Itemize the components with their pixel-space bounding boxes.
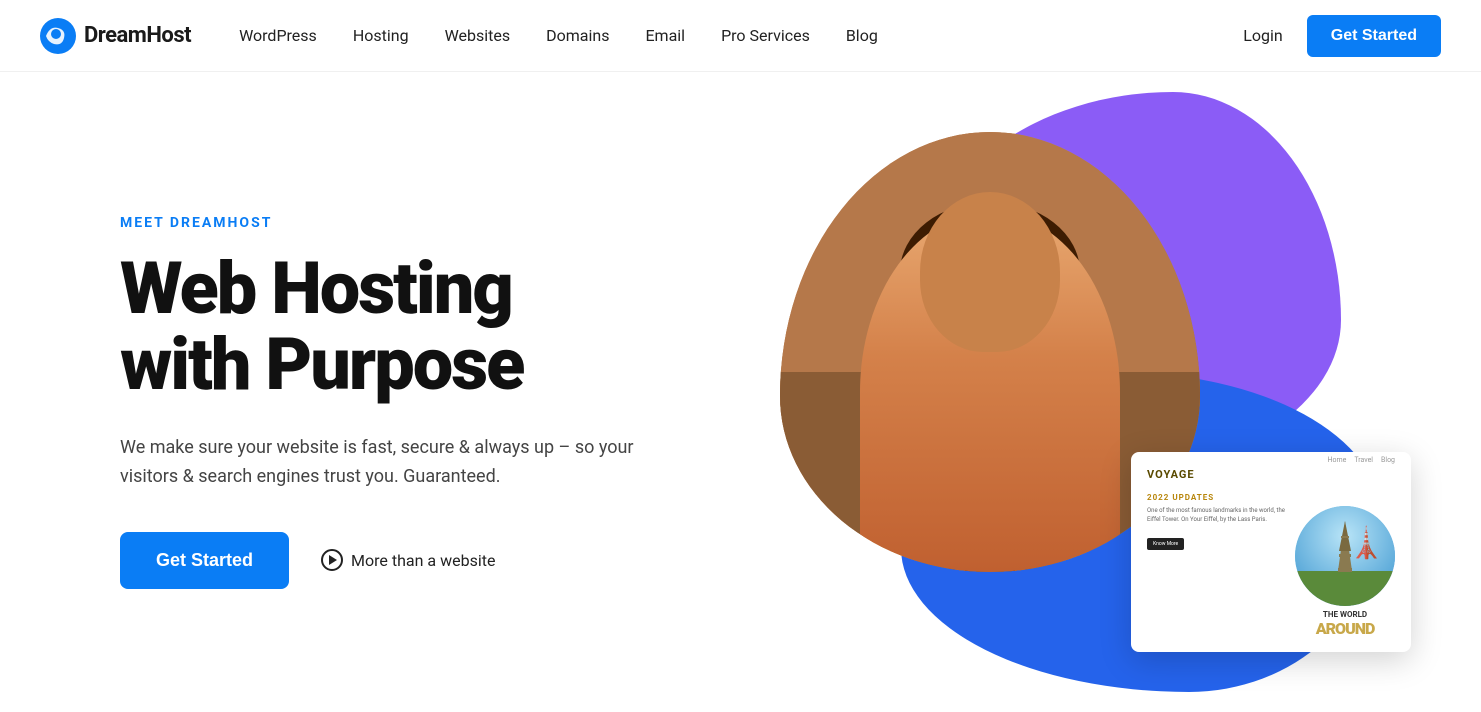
hero-actions: Get Started More than a website — [120, 532, 740, 589]
card-site-title: VOYAGE — [1147, 468, 1195, 481]
card-body: One of the most famous landmarks in the … — [1147, 506, 1395, 638]
login-link[interactable]: Login — [1243, 26, 1282, 45]
nav-link-hosting[interactable]: Hosting — [353, 26, 409, 45]
nav-link-wordpress[interactable]: WordPress — [239, 26, 317, 45]
hero-section: MEET DREAMHOST Web Hosting with Purpose … — [0, 72, 1481, 712]
nav-link-email[interactable]: Email — [645, 26, 685, 45]
hero-eyebrow: MEET DREAMHOST — [120, 215, 740, 231]
card-nav-travel: Travel — [1354, 456, 1373, 464]
hero-title-line1: Web Hosting — [120, 246, 512, 331]
card-header: VOYAGE Home Travel Blog — [1147, 468, 1395, 483]
logo-link[interactable]: DreamHost — [40, 18, 191, 54]
website-card: VOYAGE Home Travel Blog 2022 UPDATES One… — [1131, 452, 1411, 652]
nav-link-websites[interactable]: Websites — [445, 26, 511, 45]
play-icon — [321, 549, 343, 571]
card-nav-home: Home — [1327, 456, 1346, 464]
card-world-text: THE WORLD AROUND — [1295, 610, 1395, 638]
card-scene-svg — [1295, 506, 1395, 606]
hero-title-line2: with Purpose — [120, 322, 523, 407]
nav-links: WordPress Hosting Websites Domains Email… — [239, 26, 1243, 45]
logo-text: DreamHost — [84, 23, 191, 48]
navbar: DreamHost WordPress Hosting Websites Dom… — [0, 0, 1481, 72]
card-nav: Home Travel Blog — [1327, 456, 1395, 464]
more-than-website-link[interactable]: More than a website — [321, 549, 495, 571]
card-text-col: One of the most famous landmarks in the … — [1147, 506, 1285, 638]
nav-link-pro-services[interactable]: Pro Services — [721, 26, 810, 45]
nav-link-blog[interactable]: Blog — [846, 26, 878, 45]
hero-title: Web Hosting with Purpose — [120, 251, 740, 402]
nav-link-domains[interactable]: Domains — [546, 26, 609, 45]
nav-actions: Login Get Started — [1243, 15, 1441, 57]
hero-description: We make sure your website is fast, secur… — [120, 434, 680, 492]
dreamhost-logo-icon — [40, 18, 76, 54]
more-link-label: More than a website — [351, 551, 495, 570]
card-world-label: THE WORLD — [1295, 610, 1395, 619]
card-nav-blog: Blog — [1381, 456, 1395, 464]
hero-get-started-button[interactable]: Get Started — [120, 532, 289, 589]
card-eyebrow: 2022 UPDATES — [1147, 493, 1395, 502]
card-body-text: One of the most famous landmarks in the … — [1147, 506, 1285, 524]
hero-content: MEET DREAMHOST Web Hosting with Purpose … — [120, 195, 740, 589]
nav-get-started-button[interactable]: Get Started — [1307, 15, 1441, 57]
card-image-col: THE WORLD AROUND — [1295, 506, 1395, 638]
card-know-more[interactable]: Know More — [1147, 538, 1184, 550]
hero-visual: VOYAGE Home Travel Blog 2022 UPDATES One… — [740, 72, 1401, 712]
card-image — [1295, 506, 1395, 606]
card-around-label: AROUND — [1295, 619, 1395, 638]
